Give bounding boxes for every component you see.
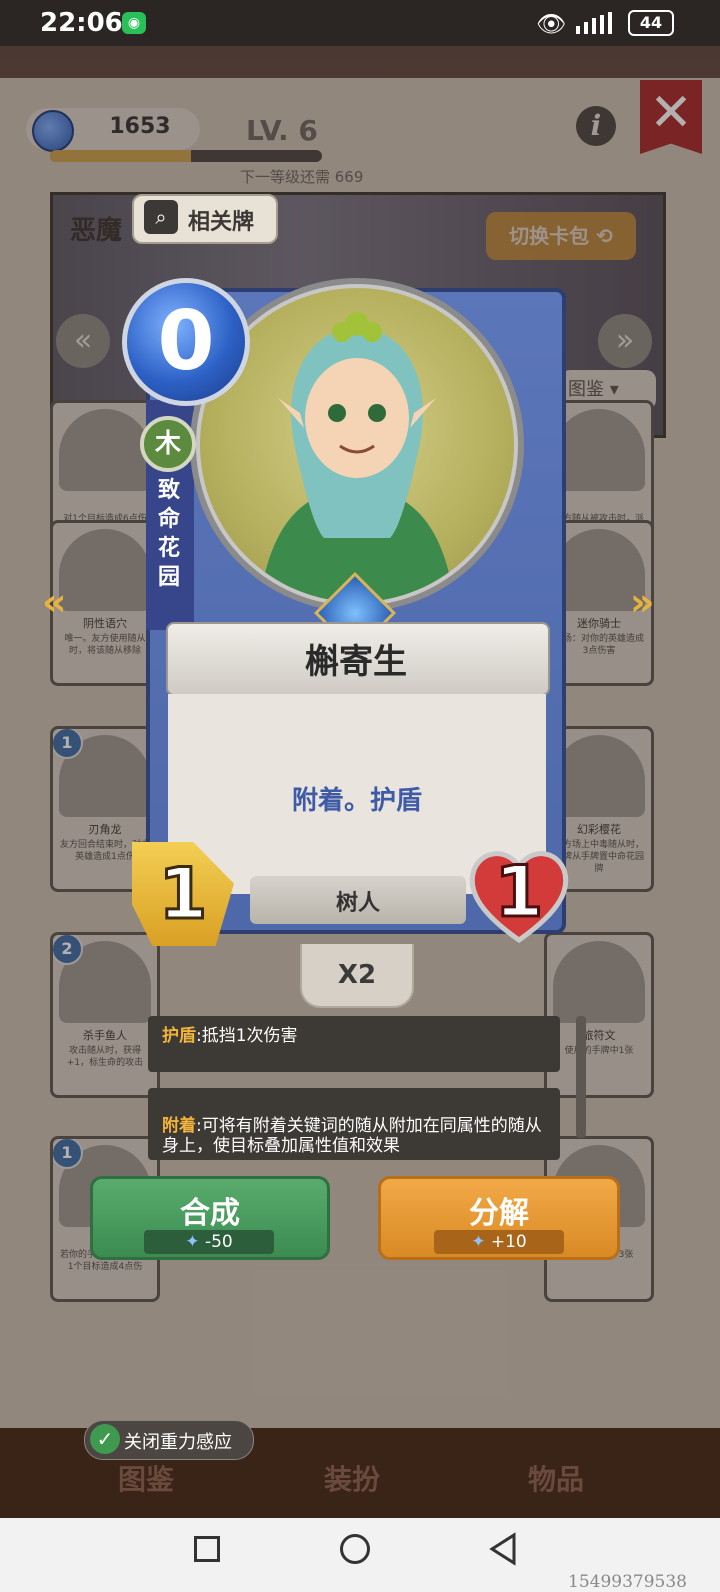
wechat-icon: ◉ xyxy=(122,12,146,34)
keyword-term: 护盾 xyxy=(162,1026,196,1046)
keyword-desc: :抵挡1次伤害 xyxy=(196,1026,298,1046)
card-type: 树人 xyxy=(335,891,380,916)
gem-icon: ✦ xyxy=(471,1232,491,1252)
related-cards-label: 相关牌 xyxy=(188,210,255,235)
keyword-term: 附着 xyxy=(162,1116,196,1136)
card-ability: 附着。护盾 xyxy=(291,786,422,816)
compose-cost-value: -50 xyxy=(204,1232,233,1252)
recents-button[interactable] xyxy=(194,1536,220,1562)
watermark: 15499379538 xyxy=(568,1572,687,1592)
status-bar: 22:06 ◉ 👁 44 xyxy=(0,0,720,46)
keyword-scrollbar[interactable] xyxy=(576,1016,586,1138)
tab-cosmetics[interactable]: 装扮 xyxy=(324,1458,380,1498)
keyword-desc: :可将有附着关键词的随从附加在同属性的随从身上，使目标叠加属性值和效果 xyxy=(162,1116,542,1156)
compose-cost: ✦ -50 xyxy=(144,1230,274,1254)
card-cost: 0 xyxy=(122,278,250,406)
card-name: 槲寄生 xyxy=(305,642,407,682)
eye-icon: 👁 xyxy=(536,10,567,38)
battery-indicator: 44 xyxy=(628,10,674,36)
signal-icon xyxy=(576,12,612,34)
element-badge: 木 xyxy=(140,416,196,472)
back-button[interactable] xyxy=(488,1532,518,1566)
gravity-toggle-label: 关闭重力感应 xyxy=(124,1432,232,1453)
compose-label: 合成 xyxy=(180,1196,240,1231)
health-value: 1 xyxy=(493,850,545,935)
gem-icon: ✦ xyxy=(185,1232,205,1252)
decompose-cost: ✦ +10 xyxy=(434,1230,564,1254)
decompose-label: 分解 xyxy=(469,1196,529,1231)
decompose-cost-value: +10 xyxy=(490,1232,527,1252)
check-icon: ✓ xyxy=(90,1424,120,1454)
home-button[interactable] xyxy=(340,1534,370,1564)
keyword-attach: 附着:可将有附着关键词的随从附加在同属性的随从身上，使目标叠加属性值和效果 xyxy=(148,1088,560,1160)
clock: 22:06 xyxy=(40,8,123,38)
copies-owned: X2 xyxy=(300,944,414,1008)
next-card-button[interactable]: » xyxy=(630,580,655,624)
health-badge: 1 xyxy=(466,844,572,944)
tab-encyclopedia[interactable]: 图鉴 xyxy=(118,1458,174,1498)
keyword-shield: 护盾:抵挡1次伤害 xyxy=(148,1016,560,1072)
prev-card-button[interactable]: « xyxy=(42,580,67,624)
card-set-name: 致命花园 xyxy=(157,478,180,590)
tab-items[interactable]: 物品 xyxy=(528,1458,584,1498)
search-icon: ⌕ xyxy=(144,200,178,234)
